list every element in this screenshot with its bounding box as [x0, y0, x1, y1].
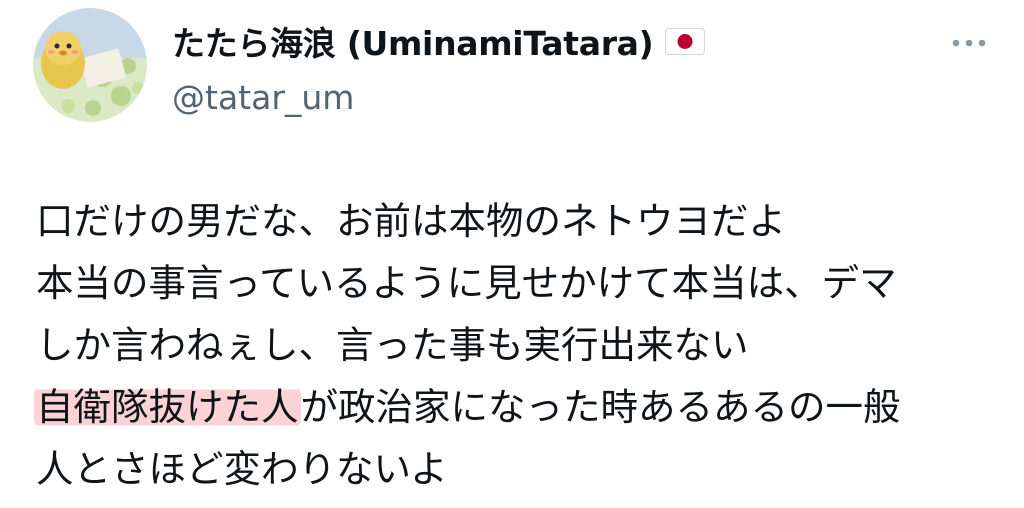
tweet-line-4: 自衛隊抜けた人が政治家になった時あるあるの一般	[34, 376, 1011, 438]
author-block: たたら海浪 (UminamiTatara) @tatar_um	[172, 17, 706, 117]
avatar-image	[33, 8, 147, 122]
display-name-row[interactable]: たたら海浪 (UminamiTatara)	[172, 17, 706, 65]
user-handle[interactable]: @tatar_um	[172, 78, 705, 117]
tweet-text: 口だけの男だな、お前は本物のネトウヨだよ 本当の事言っているように見せかけて本当…	[34, 190, 1011, 500]
highlighted-phrase: 自衛隊抜けた人	[34, 385, 301, 429]
display-name[interactable]: たたら海浪 (UminamiTatara)	[172, 17, 654, 65]
more-horizontal-icon	[952, 39, 986, 47]
tweet-line-3: しか言わねぇし、言った事も実行出来ない	[36, 323, 749, 367]
avatar[interactable]	[33, 8, 147, 122]
tweet: たたら海浪 (UminamiTatara) @tatar_um 口だけの男だな、…	[0, 0, 1024, 508]
tweet-line-5: 人とさほど変わりないよ	[36, 447, 448, 491]
tweet-line-2: 本当の事言っているように見せかけて本当は、デマ	[36, 261, 897, 305]
japan-flag-icon	[665, 27, 706, 55]
more-options-button[interactable]	[945, 28, 993, 58]
tweet-line-1: 口だけの男だな、お前は本物のネトウヨだよ	[36, 199, 786, 243]
tweet-line-4-rest: が政治家になった時あるあるの一般	[300, 385, 901, 429]
